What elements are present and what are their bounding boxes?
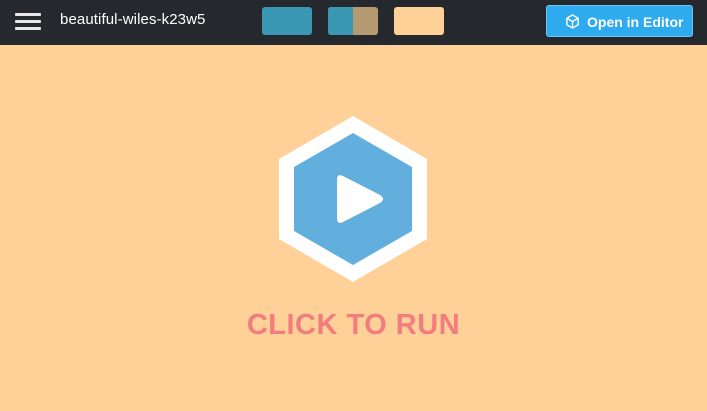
split-view-button[interactable] [328,7,378,35]
sandbox-title: beautiful-wiles-k23w5 [60,11,206,28]
preview-view-button[interactable] [394,7,444,35]
cube-icon [566,14,579,29]
run-preview-button[interactable] [267,113,439,285]
split-view-editor-half [328,7,353,35]
click-to-run-label[interactable]: CLICK TO RUN [0,309,707,342]
hamburger-menu-icon[interactable] [14,10,42,34]
editor-view-button[interactable] [262,7,312,35]
open-in-editor-label: Open in Editor [587,14,684,30]
top-toolbar: beautiful-wiles-k23w5 Open in Editor [0,0,707,45]
play-hexagon-icon [279,116,427,282]
open-in-editor-button[interactable]: Open in Editor [546,5,693,37]
